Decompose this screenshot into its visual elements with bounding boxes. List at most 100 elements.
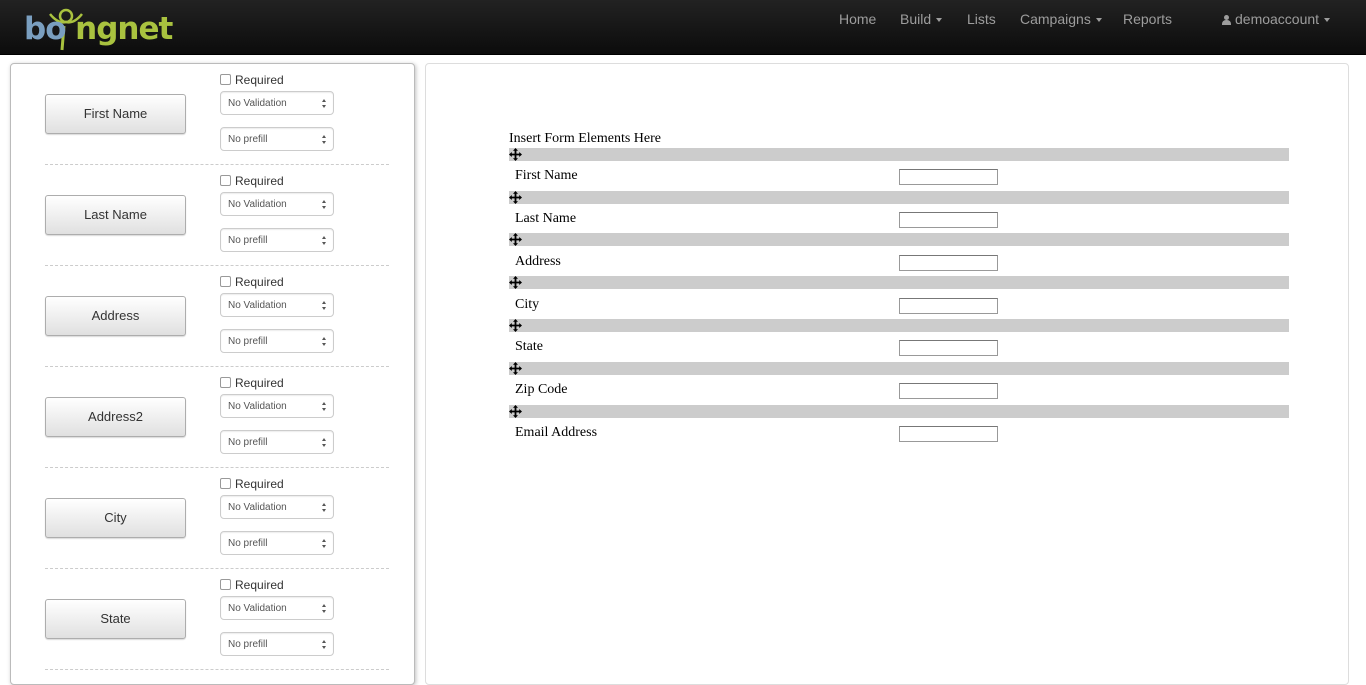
required-label: Required — [235, 376, 284, 390]
validation-select-value: No Validation — [228, 401, 287, 412]
form-builder-canvas[interactable]: Insert Form Elements Here First Name Las… — [425, 63, 1349, 685]
prefill-select-value: No prefill — [228, 235, 268, 246]
validation-select[interactable]: No Validation — [220, 394, 334, 418]
form-field-input[interactable] — [899, 383, 998, 399]
prefill-select[interactable]: No prefill — [220, 228, 334, 252]
nav-campaigns-dropdown[interactable]: Campaigns — [1020, 11, 1102, 27]
add-address-button[interactable]: Address — [45, 296, 186, 336]
checkbox-icon[interactable] — [220, 579, 231, 590]
move-icon[interactable] — [509, 191, 522, 204]
select-arrows-icon — [322, 402, 327, 412]
field-config-row: First Name Required No Validation No pre… — [45, 64, 389, 165]
field-palette-panel[interactable]: First Name Required No Validation No pre… — [10, 63, 415, 685]
prefill-select[interactable]: No prefill — [220, 329, 334, 353]
required-checkbox[interactable]: Required — [220, 73, 284, 87]
form-field-input[interactable] — [899, 212, 998, 228]
form-field-label: State — [515, 339, 543, 354]
validation-select-value: No Validation — [228, 300, 287, 311]
prefill-select-value: No prefill — [228, 639, 268, 650]
field-config-row: City Required No Validation No prefill — [45, 468, 389, 569]
nav-account-dropdown[interactable]: demoaccount — [1222, 11, 1331, 27]
caret-down-icon — [936, 18, 943, 23]
move-icon[interactable] — [509, 405, 522, 418]
checkbox-icon[interactable] — [220, 276, 231, 287]
nav-reports[interactable]: Reports — [1123, 11, 1172, 27]
form-field-input[interactable] — [899, 340, 998, 356]
nav-campaigns-label: Campaigns — [1020, 11, 1091, 27]
required-checkbox[interactable]: Required — [220, 174, 284, 188]
required-checkbox[interactable]: Required — [220, 578, 284, 592]
required-label: Required — [235, 73, 284, 87]
add-first-name-button[interactable]: First Name — [45, 94, 186, 134]
nav-lists[interactable]: Lists — [967, 11, 996, 27]
user-icon — [1222, 15, 1231, 25]
select-arrows-icon — [322, 503, 327, 513]
prefill-select[interactable]: No prefill — [220, 531, 334, 555]
drag-handle-bar[interactable] — [509, 405, 1289, 418]
add-state-button[interactable]: State — [45, 599, 186, 639]
required-checkbox[interactable]: Required — [220, 376, 284, 390]
caret-down-icon — [1324, 18, 1331, 23]
form-field-label: Email Address — [515, 425, 598, 440]
move-icon[interactable] — [509, 276, 522, 289]
select-arrows-icon — [322, 604, 327, 614]
prefill-select[interactable]: No prefill — [220, 430, 334, 454]
select-arrows-icon — [322, 438, 327, 448]
validation-select[interactable]: No Validation — [220, 596, 334, 620]
prefill-select-value: No prefill — [228, 336, 268, 347]
required-checkbox[interactable]: Required — [220, 275, 284, 289]
checkbox-icon[interactable] — [220, 478, 231, 489]
caret-down-icon — [1095, 18, 1102, 23]
drag-handle-bar[interactable] — [509, 362, 1289, 375]
drag-handle-bar[interactable] — [509, 276, 1289, 289]
drag-handle-bar[interactable] — [509, 319, 1289, 332]
form-field-input[interactable] — [899, 255, 998, 271]
prefill-select-value: No prefill — [228, 437, 268, 448]
select-arrows-icon — [322, 200, 327, 210]
move-icon[interactable] — [509, 148, 522, 161]
add-address2-button[interactable]: Address2 — [45, 397, 186, 437]
insert-elements-heading: Insert Form Elements Here — [509, 131, 662, 146]
drag-handle-bar[interactable] — [509, 148, 1289, 161]
form-field-input[interactable] — [899, 298, 998, 314]
form-field-input[interactable] — [899, 426, 998, 442]
required-label: Required — [235, 578, 284, 592]
required-checkbox[interactable]: Required — [220, 477, 284, 491]
add-city-button[interactable]: City — [45, 498, 186, 538]
drag-handle-bar[interactable] — [509, 191, 1289, 204]
field-config-row: Last Name Required No Validation No pref… — [45, 165, 389, 266]
prefill-select-value: No prefill — [228, 538, 268, 549]
required-label: Required — [235, 477, 284, 491]
move-icon[interactable] — [509, 233, 522, 246]
move-icon[interactable] — [509, 362, 522, 375]
prefill-select-value: No prefill — [228, 134, 268, 145]
boingnet-logo[interactable]: boingnet — [24, 2, 173, 52]
validation-select[interactable]: No Validation — [220, 192, 334, 216]
validation-select-value: No Validation — [228, 98, 287, 109]
checkbox-icon[interactable] — [220, 377, 231, 388]
add-last-name-button[interactable]: Last Name — [45, 195, 186, 235]
nav-build-dropdown[interactable]: Build — [900, 11, 943, 27]
top-navbar: boingnet Home Build Lists Campaigns Repo… — [0, 0, 1366, 55]
select-arrows-icon — [322, 236, 327, 246]
validation-select[interactable]: No Validation — [220, 495, 334, 519]
field-config-row: State Required No Validation No prefill — [45, 569, 389, 670]
drag-handle-bar[interactable] — [509, 233, 1289, 246]
nav-home[interactable]: Home — [839, 11, 876, 27]
form-field-input[interactable] — [899, 169, 998, 185]
validation-select[interactable]: No Validation — [220, 293, 334, 317]
nav-build-label: Build — [900, 11, 932, 27]
move-icon[interactable] — [509, 319, 522, 332]
prefill-select[interactable]: No prefill — [220, 127, 334, 151]
checkbox-icon[interactable] — [220, 175, 231, 186]
validation-select[interactable]: No Validation — [220, 91, 334, 115]
prefill-select[interactable]: No prefill — [220, 632, 334, 656]
nav-lists-label: Lists — [967, 11, 996, 27]
nav-reports-label: Reports — [1123, 11, 1173, 27]
nav-home-label: Home — [839, 11, 877, 27]
checkbox-icon[interactable] — [220, 74, 231, 85]
field-config-row: Address Required No Validation No prefil… — [45, 266, 389, 367]
nav-account-label: demoaccount — [1235, 11, 1320, 27]
select-arrows-icon — [322, 135, 327, 145]
select-arrows-icon — [322, 99, 327, 109]
